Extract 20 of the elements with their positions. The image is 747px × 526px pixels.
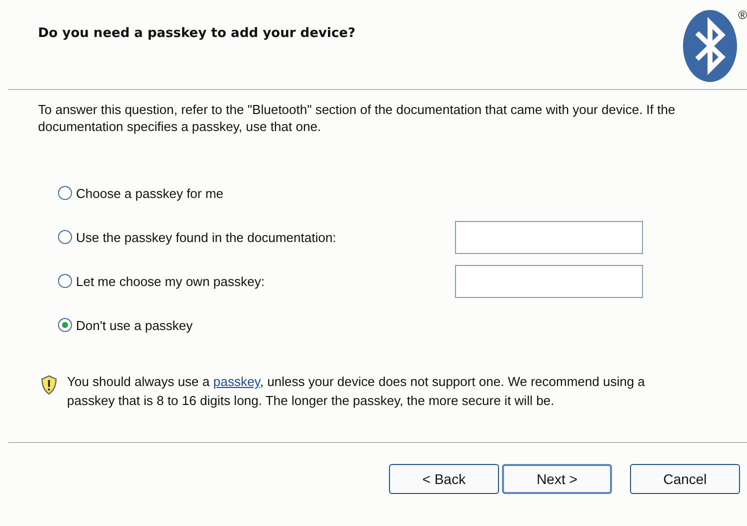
passkey-field[interactable] bbox=[455, 220, 643, 254]
dialog-title: Do you need a passkey to add your device? bbox=[38, 26, 356, 41]
next-button[interactable]: Next > bbox=[502, 464, 612, 494]
option-label[interactable]: Use the passkey found in the documentation: bbox=[76, 230, 336, 244]
bluetooth-logo-icon bbox=[682, 9, 738, 83]
radio-button[interactable] bbox=[58, 318, 72, 332]
radio-button[interactable] bbox=[58, 274, 72, 288]
option-label[interactable]: Choose a passkey for me bbox=[76, 186, 224, 200]
intro-text: To answer this question, refer to the "Bluetooth" section of the documentation that came with your device. If the documentation specifies a passkey, use that one. bbox=[38, 101, 676, 135]
passkey-field[interactable] bbox=[455, 264, 643, 298]
radio-button[interactable] bbox=[58, 230, 72, 244]
back-button[interactable]: < Back bbox=[389, 464, 499, 494]
warning-text: You should always use a passkey, unless your device does not support one. We recommend using a passkey that is 8 to 16 digits long. The longer the passkey, the more secure it will be. bbox=[67, 373, 646, 410]
option-label[interactable]: Let me choose my own passkey: bbox=[76, 274, 265, 288]
option-label[interactable]: Don't use a passkey bbox=[76, 318, 193, 332]
passkey-link[interactable]: passkey bbox=[213, 374, 260, 389]
registered-mark: ® bbox=[738, 9, 747, 21]
warning-shield-icon bbox=[40, 375, 58, 395]
radio-button[interactable] bbox=[58, 186, 72, 200]
cancel-button[interactable]: Cancel bbox=[630, 464, 740, 494]
